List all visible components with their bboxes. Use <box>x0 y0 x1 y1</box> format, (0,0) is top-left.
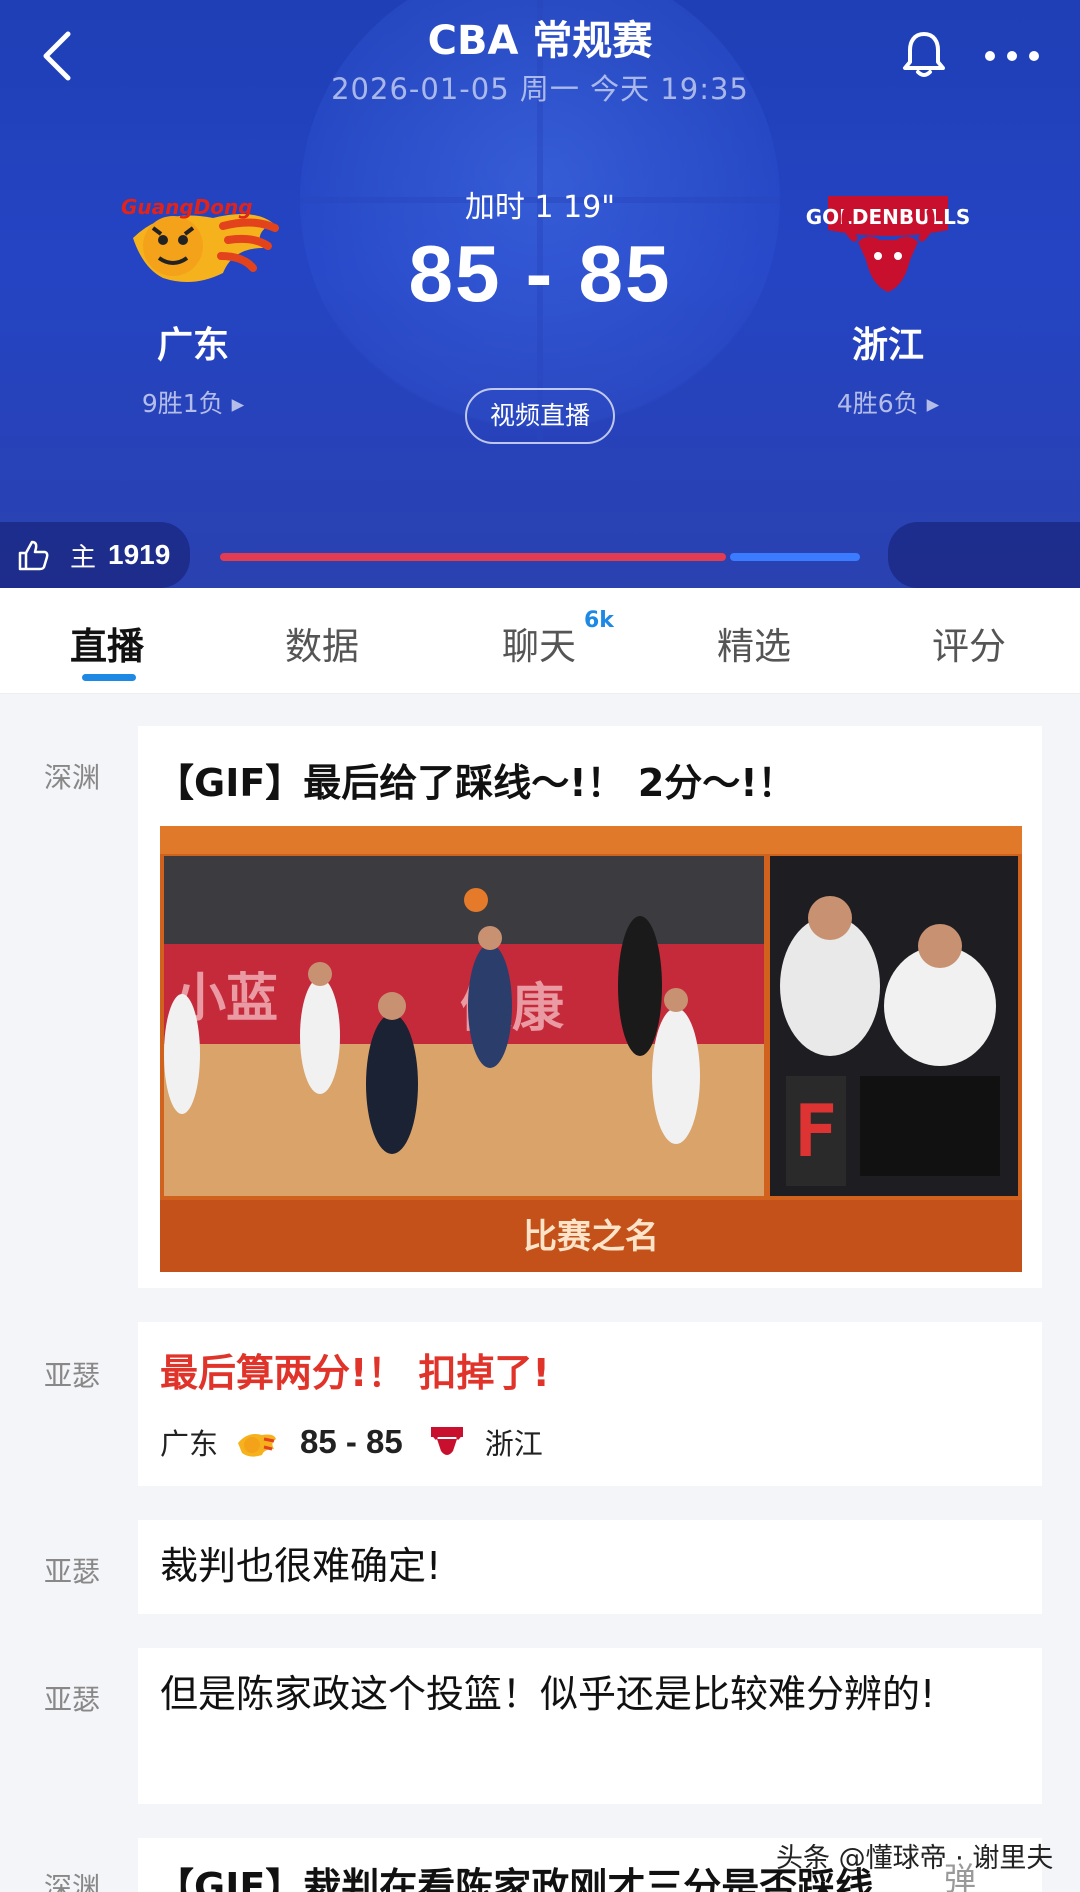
home-team-record[interactable]: 9胜1负 ▸ <box>83 384 303 420</box>
feed-author: 亚瑟 <box>44 1359 101 1392</box>
feed-card-text[interactable]: 裁判也很难确定! <box>138 1520 1042 1614</box>
feed-text: 裁判也很难确定! <box>160 1544 442 1588</box>
home-support-bar <box>220 553 726 561</box>
away-support-bar <box>730 553 860 561</box>
svg-text:比赛之名: 比赛之名 <box>523 1217 659 1257</box>
thumbs-up-icon <box>18 540 49 571</box>
feed-text-highlight: 最后算两分!！ 扣掉了! <box>160 1351 550 1395</box>
feed-card-score[interactable]: 最后算两分!！ 扣掉了! 广东 85 - 85 浙江 <box>138 1322 1042 1486</box>
feed-title: 【GIF】最后给了踩线～!！ 2分～!！ <box>156 761 796 805</box>
feed-text: 但是陈家政这个投篮！似乎还是比较难分辨的! <box>160 1672 936 1716</box>
feed-card-text[interactable]: 但是陈家政这个投篮！似乎还是比较难分辨的! <box>138 1648 1042 1804</box>
home-team-name: 广东 <box>156 325 229 366</box>
guangdong-tiger-logo <box>238 1434 277 1457</box>
mini-score: 85 - 85 <box>300 1423 403 1460</box>
support-bar: 主 1919 <box>0 522 1080 588</box>
away-team-record[interactable]: 4胜6负 ▸ <box>778 384 998 420</box>
feed-author: 亚瑟 <box>44 1555 101 1588</box>
tab-live-label: 直播 <box>70 625 144 668</box>
support-home-button[interactable]: 主 1919 <box>0 522 190 588</box>
zhejiang-goldenbulls-logo: GOLDENBULLS <box>798 178 978 298</box>
feed-author: 亚瑟 <box>44 1683 101 1716</box>
mini-home-name: 广东 <box>160 1427 219 1461</box>
more-dots-icon[interactable] <box>982 44 1042 68</box>
svg-text:F: F <box>794 1089 837 1173</box>
zhejiang-goldenbulls-logo <box>430 1427 463 1455</box>
bell-icon[interactable] <box>900 30 948 80</box>
tab-bar: 直播 数据 聊天 6k 精选 评分 <box>0 588 1080 694</box>
tab-chat-label: 聊天 <box>502 625 576 668</box>
gif-media[interactable]: 小蓝 健康 F 比赛之名 <box>160 826 1022 1272</box>
tab-rating-label: 评分 <box>932 625 1006 668</box>
tab-live[interactable]: 直播 <box>70 616 144 681</box>
tab-featured-label: 精选 <box>717 625 791 668</box>
mini-scoreboard: 广东 85 - 85 浙江 <box>160 1421 1020 1463</box>
svg-text:GOLDENBULLS: GOLDENBULLS <box>806 205 971 229</box>
feed-author: 深渊 <box>44 761 101 794</box>
feed-card-gif[interactable]: 【GIF】最后给了踩线～!！ 2分～!！ 小蓝 健康 F 比赛之名 <box>138 726 1042 1288</box>
mini-away-name: 浙江 <box>484 1427 543 1461</box>
active-tab-indicator <box>82 674 136 681</box>
tab-featured[interactable]: 精选 <box>717 616 791 670</box>
video-live-button[interactable]: 视频直播 <box>465 388 615 444</box>
support-side-label: 主 <box>70 542 97 573</box>
away-team[interactable]: GOLDENBULLS 浙江 4胜6负 ▸ <box>778 178 998 420</box>
chat-count-badge: 6k <box>584 608 614 633</box>
match-header: CBA 常规赛 2026-01-05 周一 今天 19:35 GuangDong… <box>0 0 1080 588</box>
away-team-name: 浙江 <box>851 325 924 366</box>
tab-stats[interactable]: 数据 <box>285 616 359 670</box>
feed-author: 深渊 <box>44 1871 101 1892</box>
danmaku-toggle-button[interactable]: 弹 <box>944 1854 1024 1892</box>
support-count: 1919 <box>108 539 171 570</box>
tab-rating[interactable]: 评分 <box>932 616 1006 670</box>
tab-stats-label: 数据 <box>285 625 359 668</box>
support-away-button[interactable] <box>888 522 1080 588</box>
tab-chat[interactable]: 聊天 6k <box>502 608 614 670</box>
